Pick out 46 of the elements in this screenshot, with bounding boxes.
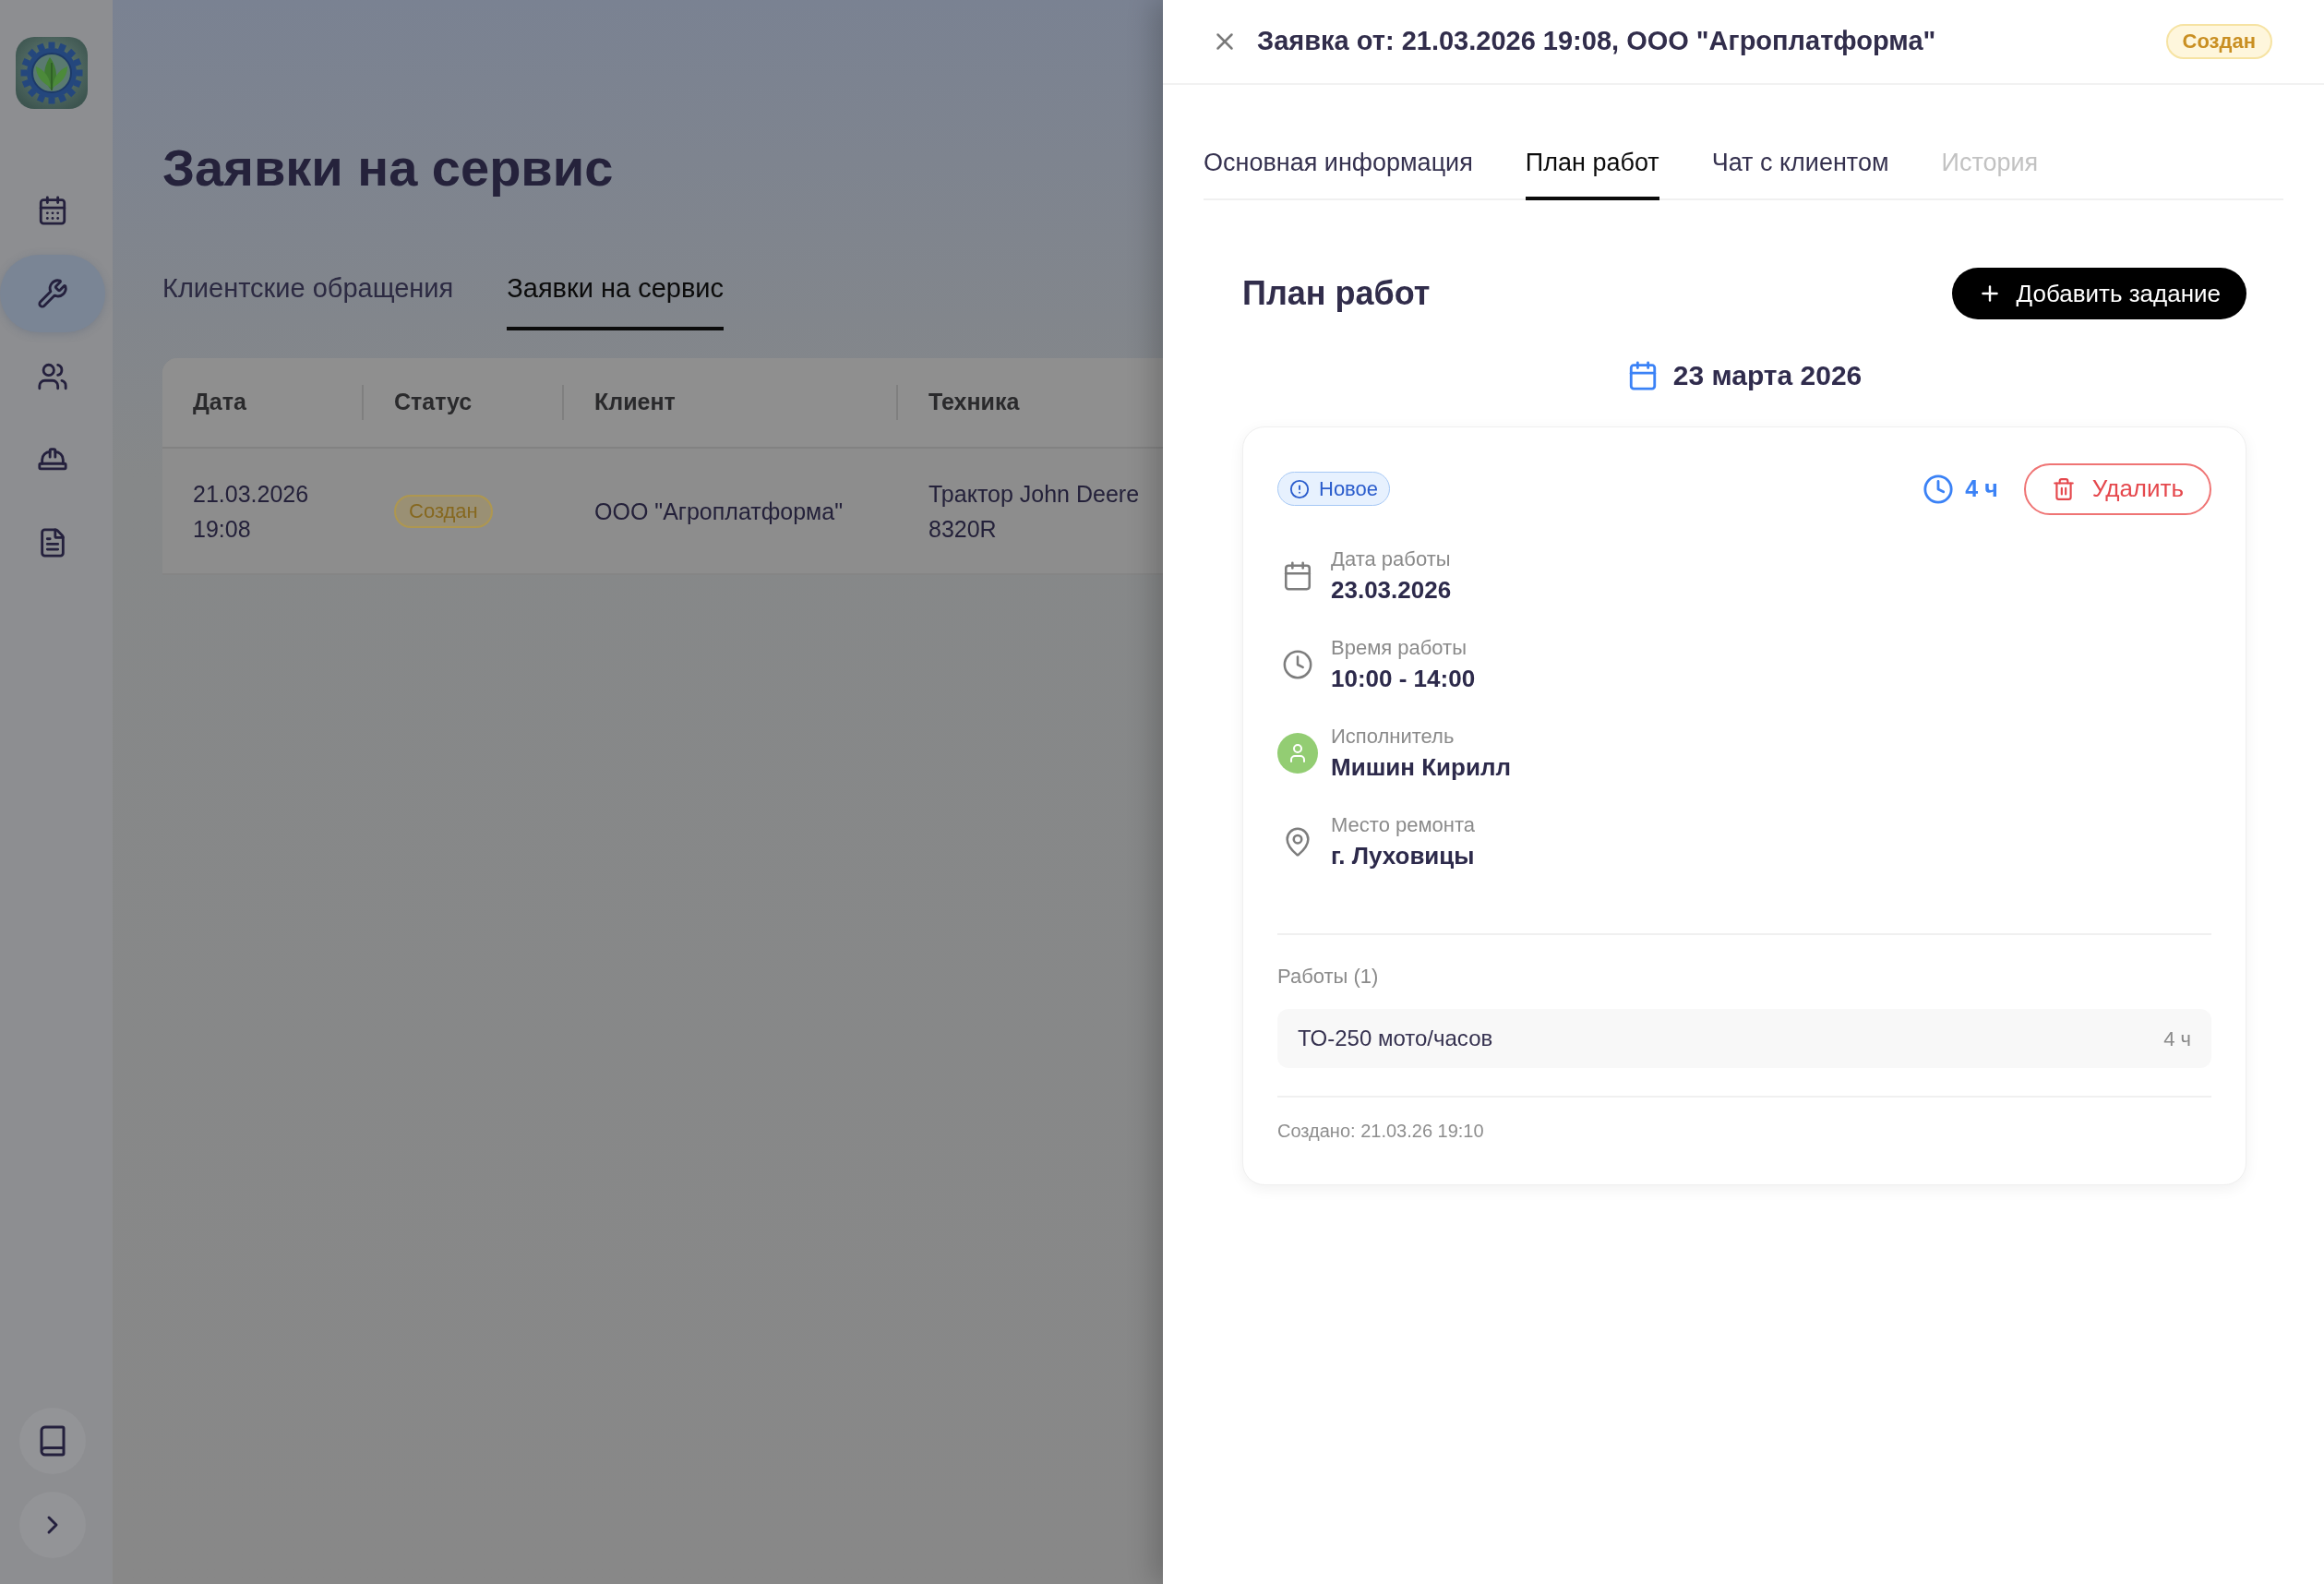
duration-text: 4 ч bbox=[1965, 474, 1998, 503]
trash-icon bbox=[2051, 476, 2076, 501]
field-label: Время работы bbox=[1331, 635, 1467, 661]
works-title: Работы (1) bbox=[1277, 964, 1380, 990]
column-header: Статус bbox=[394, 389, 473, 415]
exclamation-circle-icon bbox=[1289, 478, 1310, 499]
date-heading: 23 марта 2026 bbox=[1672, 359, 1863, 392]
drawer-tab[interactable]: План работ bbox=[1525, 147, 1659, 200]
sidebar-nav-item[interactable] bbox=[0, 255, 105, 332]
page-tab[interactable]: Заявки на сервис bbox=[507, 271, 725, 330]
wrench-icon bbox=[37, 278, 68, 309]
table-cell-text: ООО "Агроплатформа" bbox=[594, 497, 845, 526]
add-task-button[interactable]: Добавить задание bbox=[1951, 268, 2246, 319]
status-badge: Создан bbox=[2165, 24, 2272, 59]
created-timestamp: Создано: 21.03.26 19:10 bbox=[1277, 1120, 1485, 1143]
field-label: Дата работы bbox=[1331, 546, 1452, 572]
calendar-icon bbox=[37, 195, 68, 226]
field-value: 23.03.2026 bbox=[1331, 575, 1452, 606]
section-title: План работ bbox=[1242, 273, 1431, 314]
drawer-title: Заявка от: 21.03.2026 19:08, ООО "Агроплатформа" bbox=[1257, 25, 1936, 58]
calendar-icon bbox=[1282, 560, 1313, 592]
work-name: ТО-250 мото/часов bbox=[1298, 1025, 1493, 1052]
users-icon bbox=[37, 361, 68, 392]
drawer-tab: История bbox=[1941, 147, 2039, 200]
column-header: Клиент bbox=[594, 389, 676, 415]
table-cell-text: Трактор John Deere 8320R bbox=[928, 479, 1141, 544]
work-duration: 4 ч bbox=[2163, 1026, 2191, 1052]
field-value: г. Луховицы bbox=[1331, 841, 1476, 871]
column-header: Дата bbox=[193, 389, 246, 415]
drawer-tab[interactable]: Чат с клиентом bbox=[1711, 147, 1889, 200]
person-avatar-icon bbox=[1277, 733, 1318, 774]
drawer-tab[interactable]: Основная информация bbox=[1204, 147, 1473, 200]
field-value: Мишин Кирилл bbox=[1331, 752, 1511, 783]
field-label: Исполнитель bbox=[1331, 724, 1455, 750]
delete-button[interactable]: Удалить bbox=[2023, 462, 2211, 515]
table-cell-text: 21.03.2026 19:08 bbox=[193, 479, 310, 544]
clock-icon bbox=[1282, 649, 1313, 680]
field-label: Место ремонта bbox=[1331, 812, 1476, 838]
column-header: Техника bbox=[928, 389, 1020, 415]
clock-icon bbox=[1923, 473, 1955, 505]
logo-icon bbox=[16, 37, 88, 109]
task-status-badge: Новое bbox=[1277, 472, 1391, 506]
field-value: 10:00 - 14:00 bbox=[1331, 664, 1476, 694]
page-tab[interactable]: Клиентские обращения bbox=[162, 271, 454, 330]
status-badge: Создан bbox=[394, 494, 493, 528]
page-title: Заявки на сервис bbox=[162, 138, 615, 198]
